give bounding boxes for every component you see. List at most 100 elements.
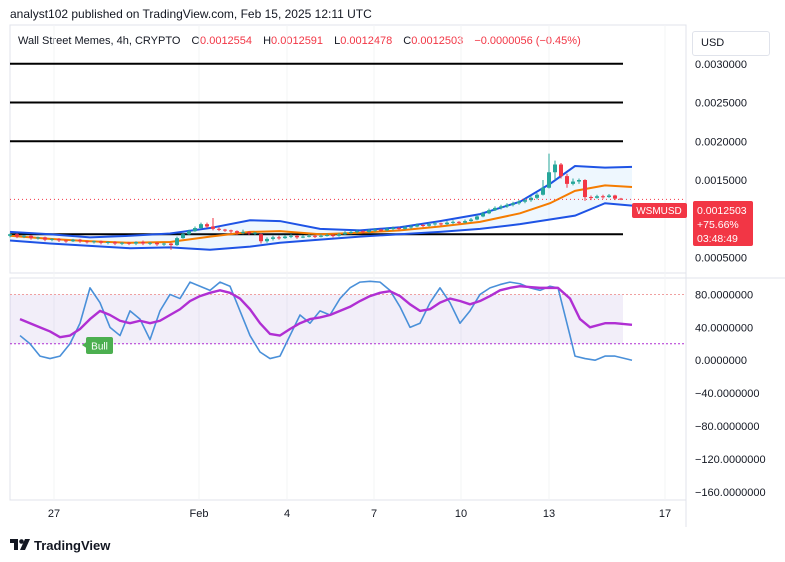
candle-body — [457, 221, 461, 223]
candle-body — [331, 235, 335, 237]
candle-body — [583, 180, 587, 198]
candle-body — [349, 231, 353, 233]
candle-body — [511, 203, 515, 205]
candle-body — [85, 241, 89, 243]
candle-body — [433, 223, 437, 225]
candle-body — [127, 242, 131, 244]
badge-price: 0.0012503 — [697, 205, 747, 217]
bull-label-text: Bull — [91, 342, 108, 353]
candle-body — [517, 201, 521, 204]
candle-body — [319, 235, 323, 237]
candle-body — [439, 223, 443, 225]
candle-body — [427, 224, 431, 226]
candle-body — [421, 224, 425, 226]
candle-body — [313, 235, 317, 237]
candle-body — [451, 221, 455, 223]
candle-body — [523, 200, 527, 202]
candle-body — [355, 231, 359, 233]
candle-body — [217, 228, 221, 230]
candle-body — [141, 242, 145, 244]
candle-body — [499, 206, 503, 208]
price-tick-label: 0.0030000 — [695, 59, 747, 71]
stoch-tick-label: 80.0000000 — [695, 289, 753, 301]
candle-body — [367, 230, 371, 232]
stoch-tick-label: 40.0000000 — [695, 322, 753, 334]
candle-body — [295, 235, 299, 238]
candle-body — [343, 232, 347, 235]
candle-body — [199, 224, 203, 229]
candle-body — [50, 238, 54, 240]
stoch-tick-label: −40.0000000 — [695, 388, 760, 400]
candle-body — [535, 194, 539, 198]
price-tick-label: 0.0015000 — [695, 175, 747, 187]
candle-body — [15, 234, 19, 237]
candle-body — [463, 221, 467, 223]
candle-body — [409, 226, 413, 228]
candle-body — [595, 196, 599, 198]
stoch-tick-label: −120.0000000 — [695, 454, 766, 466]
candles — [8, 153, 623, 250]
candle-body — [175, 238, 179, 246]
candle-body — [205, 224, 209, 227]
price-tick-label: 0.0005000 — [695, 253, 747, 265]
candle-body — [8, 234, 12, 236]
time-axis: 27 Feb 4 7 10 13 17 — [48, 508, 671, 520]
price-badge: WSMUSD 0.0012503 +75.66% 03:48:49 — [632, 201, 753, 246]
candle-body — [505, 204, 509, 207]
candle-body — [301, 236, 305, 238]
tradingview-logo-icon — [10, 539, 30, 550]
candle-body — [589, 197, 593, 199]
candle-body — [134, 242, 138, 244]
candle-body — [565, 176, 569, 184]
badge-countdown: 03:48:49 — [697, 233, 738, 245]
candle-body — [235, 231, 239, 233]
candle-body — [99, 241, 103, 243]
candle-body — [113, 242, 117, 244]
time-tick-label: Feb — [190, 508, 209, 520]
candle-body — [325, 235, 329, 237]
candle-body — [271, 237, 275, 239]
candle-body — [253, 232, 257, 234]
candle-body — [469, 219, 473, 222]
candle-body — [71, 239, 75, 242]
candle-body — [277, 237, 281, 239]
stochastic-axis: 80.0000000 40.0000000 0.0000000 −40.0000000… — [695, 289, 766, 498]
candle-body — [181, 234, 185, 239]
candle-body — [78, 239, 82, 242]
candle-body — [43, 237, 47, 240]
chart-area[interactable]: 0.0030000 0.0025000 0.0020000 0.0015000 0.00… — [0, 0, 785, 530]
grid — [53, 25, 666, 500]
candle-body — [547, 172, 551, 188]
candle-body — [283, 236, 287, 239]
candle-body — [187, 231, 191, 235]
candle-body — [601, 196, 605, 198]
candle-body — [223, 229, 227, 231]
candle-body — [259, 234, 263, 242]
candle-body — [193, 228, 197, 232]
candle-body — [379, 229, 383, 231]
candle-body — [445, 222, 449, 225]
tradingview-brand: TradingView — [34, 537, 111, 553]
price-tick-label: 0.0025000 — [695, 98, 747, 110]
candle-body — [553, 164, 557, 173]
candle-body — [92, 241, 96, 243]
candle-body — [403, 227, 407, 229]
candle-body — [607, 195, 611, 198]
candle-body — [337, 234, 341, 236]
candle-body — [247, 231, 251, 234]
candle-body — [571, 181, 575, 184]
candle-body — [229, 230, 233, 232]
candle-body — [148, 242, 152, 244]
candle-body — [361, 231, 365, 233]
stoch-tick-label: −160.0000000 — [695, 487, 766, 499]
candle-body — [265, 238, 269, 242]
candle-body — [391, 228, 395, 230]
candle-body — [487, 210, 491, 214]
candle-body — [155, 242, 159, 245]
candle-body — [475, 216, 479, 220]
candle-body — [385, 228, 389, 231]
bull-label: Bull — [82, 337, 113, 354]
candle-body — [120, 242, 124, 244]
badge-change: +75.66% — [697, 219, 739, 231]
time-tick-label: 17 — [659, 508, 671, 520]
